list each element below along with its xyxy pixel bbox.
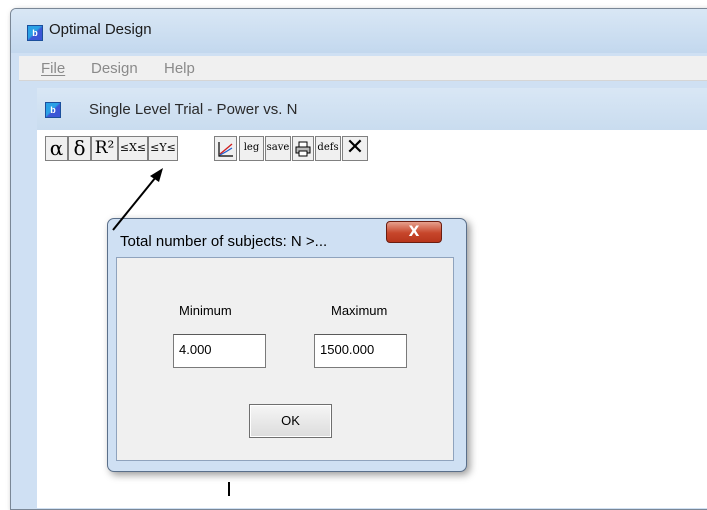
annotation-arrowhead — [150, 168, 163, 182]
annotation-arrows — [112, 168, 230, 496]
annotation-arrow — [112, 171, 161, 231]
